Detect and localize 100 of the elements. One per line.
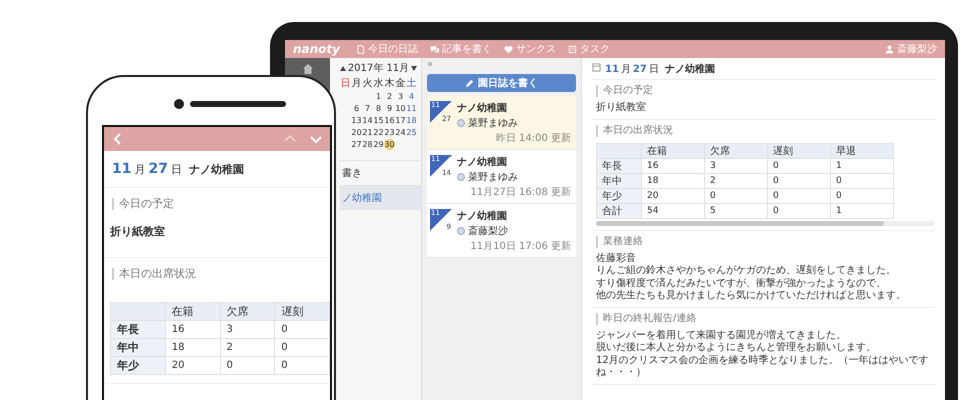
section-heading: 本日の出席状況 [112, 268, 322, 280]
day-number: 27 [632, 64, 647, 75]
weekday-label: 土 [406, 78, 417, 90]
calendar-day[interactable]: 28 [362, 139, 373, 150]
table-cell: 54 [642, 203, 704, 218]
table-cell: 20 [642, 188, 704, 203]
entry-updated-time: 11月10日 17:06 更新 [470, 240, 571, 253]
text-line: 佐藤彩音 [595, 252, 637, 265]
text-line: 折り紙教室 [108, 224, 166, 240]
nav-icon [430, 44, 439, 54]
calendar-day[interactable]: 18 [406, 115, 417, 126]
table-cell: 2 [704, 173, 768, 188]
weekday-label: 木 [384, 78, 395, 90]
table-cell: 18 [165, 338, 220, 356]
calendar-day[interactable]: 15 [373, 115, 384, 126]
table-cell: 0 [274, 356, 330, 374]
row-header: 年少 [596, 188, 642, 203]
text-line: りんご組の鈴木さやかちゃんがケガのため、遅刻をしてきました。 [595, 265, 897, 278]
weekday-label: 月 [351, 78, 362, 90]
table-cell: 0 [768, 158, 830, 173]
nav-icon [356, 44, 365, 54]
table-cell: 0 [830, 173, 894, 188]
list-item[interactable]: ノ幼稚園 [340, 185, 421, 210]
month-number: 11 [112, 161, 132, 177]
calendar-day[interactable]: 21 [362, 127, 373, 138]
table-cell: 0 [220, 356, 275, 374]
calendar-day[interactable]: 16 [384, 115, 395, 126]
write-journal-button[interactable]: 園日誌を書く [427, 74, 576, 92]
calendar-day[interactable]: 27 [351, 139, 362, 150]
triangle-up-icon[interactable] [340, 66, 346, 70]
calendar-day[interactable]: 14 [362, 115, 373, 126]
calendar-day[interactable]: 1 [373, 91, 384, 102]
section-heading: 業務連絡 [596, 236, 931, 248]
row-header: 年中 [596, 173, 642, 188]
calendar-day[interactable]: 25 [406, 127, 417, 138]
column-header: 欠席 [220, 302, 275, 320]
user-avatar-icon [457, 227, 465, 235]
row-header: 年中 [110, 338, 166, 356]
calendar-day[interactable]: 2 [384, 91, 395, 102]
text-line: 他の先生たちも見かけましたら気にかけていただければと思います。 [595, 290, 907, 302]
row-header: 年長 [596, 158, 642, 173]
table-cell: 1 [830, 158, 894, 173]
house-icon[interactable] [302, 63, 314, 75]
entry-title: ナノ幼稚園 [457, 156, 508, 169]
row-header: 年少 [110, 356, 166, 374]
entry-author: 菜野まゆみ [468, 170, 518, 184]
calendar-day[interactable]: 20 [351, 127, 362, 138]
calendar-day[interactable]: 7 [362, 103, 373, 114]
table-cell: 0 [768, 188, 830, 203]
weekday-label: 火 [362, 78, 373, 90]
calendar-day[interactable]: 29 [373, 139, 384, 150]
text-line: 12月のクリスマス会の企画を練る時季となりました。（一年ははやいですね・・・） [595, 354, 930, 380]
entry-title: ナノ幼稚園 [457, 210, 508, 223]
entry-updated-time: 11月27日 16:08 更新 [470, 186, 571, 199]
day-unit: 日 [170, 162, 182, 177]
entry-updated-time: 昨日 14:00 更新 [496, 132, 571, 145]
entry-title: ナノ幼稚園 [457, 102, 508, 115]
triangle-down-icon[interactable] [410, 66, 417, 70]
calendar-day[interactable]: 9 [384, 103, 395, 114]
calendar-day[interactable]: 22 [373, 127, 384, 138]
month-unit: 月 [620, 63, 631, 76]
entry-author: 斎藤梨沙 [468, 224, 508, 238]
section-heading: 今日の予定 [596, 85, 931, 97]
section-heading: 本日の出席状況 [596, 124, 931, 136]
table-cell: 0 [830, 188, 894, 203]
text-line: すり傷程度で済んだみたいですが、衝撃が強かったようなので、 [595, 278, 887, 290]
calendar-day[interactable]: 13 [351, 115, 362, 126]
row-header: 年長 [110, 320, 166, 338]
text-line: 脱いだ後に本人と分かるようにきちんと管理をお願いします。 [595, 342, 877, 354]
calendar-day[interactable]: 24 [395, 127, 406, 138]
kindergarten-name: ナノ幼稚園 [188, 162, 244, 177]
calendar-day[interactable]: 11 [406, 103, 417, 114]
calendar-day[interactable]: 6 [351, 103, 362, 114]
table-cell: 16 [165, 320, 220, 338]
entry-author: 菜野まゆみ [468, 116, 518, 130]
kindergarten-name: ナノ幼稚園 [664, 62, 715, 76]
table-cell: 0 [704, 188, 768, 203]
calendar-day[interactable]: 10 [395, 103, 406, 114]
table-cell: 5 [704, 203, 768, 218]
nav-icon [568, 44, 577, 54]
table-cell: 3 [220, 320, 275, 338]
weekday-label: 日 [340, 78, 351, 90]
table-cell: 20 [165, 356, 220, 374]
column-header: 欠席 [704, 143, 768, 158]
calendar-day[interactable]: 8 [373, 103, 384, 114]
calendar-day[interactable]: 30 [384, 139, 395, 150]
calendar-day[interactable]: 3 [395, 91, 406, 102]
column-header: 遅刻 [274, 302, 330, 320]
day-unit: 日 [648, 63, 659, 76]
calendar-day[interactable]: 4 [406, 91, 417, 102]
pencil-icon [465, 78, 474, 88]
calendar-day[interactable]: 17 [395, 115, 406, 126]
month-unit: 月 [134, 162, 146, 177]
weekday-label: 水 [373, 78, 384, 90]
section-heading: 昨日の終礼報告/連絡 [596, 312, 931, 324]
weekday-label: 金 [395, 78, 406, 90]
user-avatar-icon [457, 119, 465, 127]
calendar-day[interactable]: 23 [384, 127, 395, 138]
text-line: 折り紙教室 [595, 102, 647, 114]
day-number: 27 [148, 161, 168, 177]
